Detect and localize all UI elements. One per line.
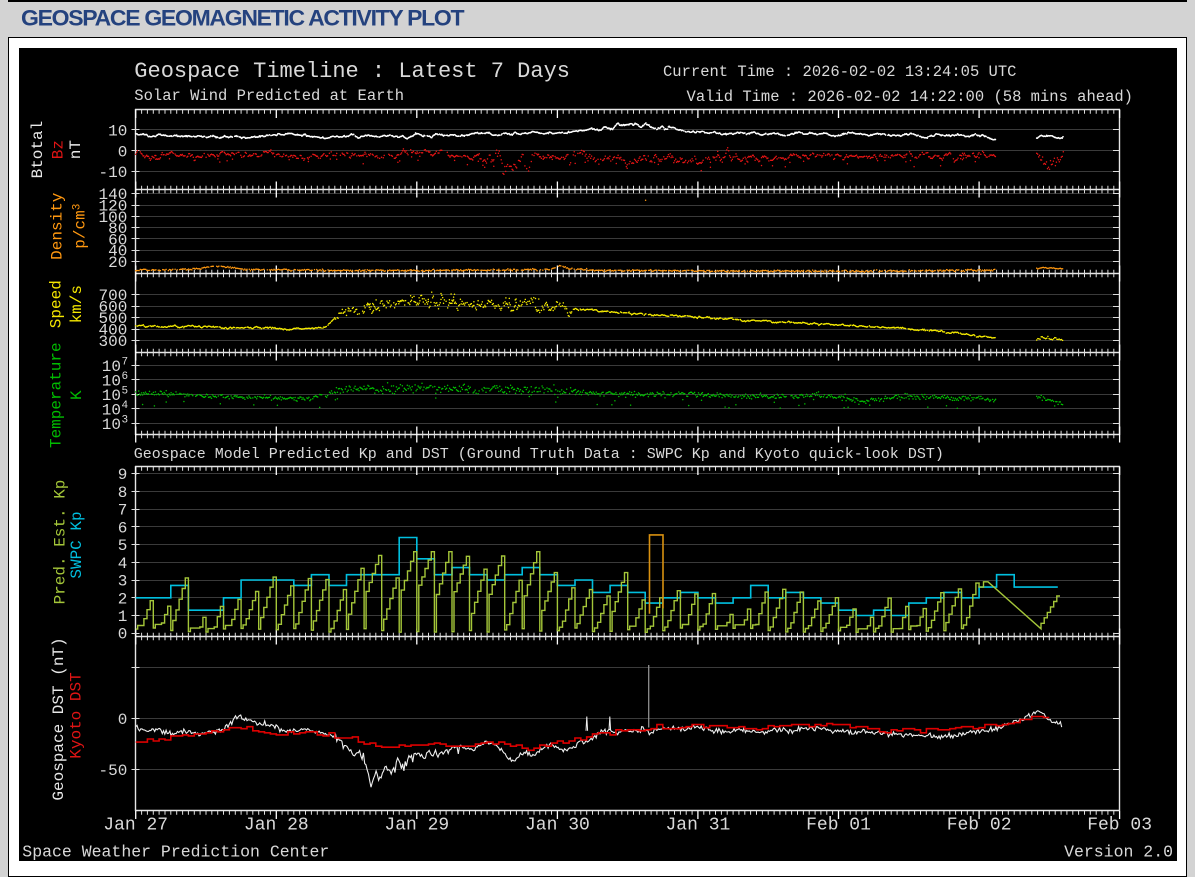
svg-text:nT: nT — [67, 140, 85, 159]
svg-text:SWPC Kp: SWPC Kp — [68, 511, 86, 578]
svg-text:Valid Time : 2026-02-02 14:22:: Valid Time : 2026-02-02 14:22:00 (58 min… — [687, 88, 1133, 106]
svg-text:Temperature: Temperature — [48, 342, 66, 448]
svg-text:-10: -10 — [98, 164, 127, 182]
svg-text:Jan 27: Jan 27 — [103, 816, 168, 836]
svg-text:0: 0 — [118, 626, 128, 644]
svg-text:K: K — [68, 390, 86, 400]
svg-text:Bz: Bz — [50, 140, 68, 159]
svg-text:4: 4 — [118, 555, 128, 573]
svg-text:5: 5 — [122, 385, 129, 397]
svg-text:p/cm3: p/cm3 — [72, 204, 90, 249]
svg-text:8: 8 — [118, 484, 128, 502]
svg-text:Geospace Timeline : Latest 7 D: Geospace Timeline : Latest 7 Days — [134, 59, 570, 84]
svg-text:Speed: Speed — [48, 280, 66, 328]
svg-text:300: 300 — [98, 333, 127, 351]
svg-text:Feb 02: Feb 02 — [947, 816, 1012, 836]
svg-text:-50: -50 — [98, 762, 127, 780]
svg-text:Kyoto DST: Kyoto DST — [67, 672, 85, 758]
svg-text:0: 0 — [118, 143, 128, 161]
svg-text:10: 10 — [102, 416, 121, 434]
svg-text:7: 7 — [118, 502, 128, 520]
svg-text:Feb 01: Feb 01 — [806, 816, 871, 836]
svg-text:Jan 30: Jan 30 — [525, 816, 590, 836]
svg-text:Current Time : 2026-02-02 13:2: Current Time : 2026-02-02 13:24:05 UTC — [663, 63, 1016, 81]
svg-text:Btotal: Btotal — [29, 121, 47, 179]
svg-text:2: 2 — [118, 590, 128, 608]
svg-text:3: 3 — [122, 414, 129, 426]
svg-text:km/s: km/s — [68, 285, 86, 323]
svg-text:5: 5 — [118, 537, 128, 555]
svg-text:7: 7 — [122, 356, 129, 368]
svg-text:Feb 03: Feb 03 — [1087, 816, 1152, 836]
svg-text:Solar Wind Predicted at Earth: Solar Wind Predicted at Earth — [134, 87, 404, 105]
svg-text:20: 20 — [108, 254, 127, 272]
svg-text:Jan 29: Jan 29 — [384, 816, 449, 836]
svg-text:6: 6 — [122, 371, 129, 383]
svg-text:Space Weather Prediction Cente: Space Weather Prediction Center — [22, 843, 329, 862]
svg-text:Geospace Model Predicted Kp an: Geospace Model Predicted Kp and DST (Gro… — [134, 446, 944, 463]
svg-text:Density: Density — [49, 192, 67, 260]
svg-text:Geospace DST (nT): Geospace DST (nT) — [50, 637, 68, 800]
svg-text:6: 6 — [118, 519, 128, 537]
svg-text:Version 2.0: Version 2.0 — [1064, 843, 1173, 862]
svg-text:0: 0 — [118, 711, 128, 729]
svg-text:1: 1 — [118, 608, 128, 626]
svg-text:9: 9 — [118, 466, 128, 484]
svg-text:3: 3 — [118, 573, 128, 591]
svg-text:Pred. Est. Kp: Pred. Est. Kp — [52, 480, 70, 605]
svg-text:4: 4 — [122, 400, 129, 412]
svg-text:10: 10 — [108, 122, 127, 140]
svg-text:Jan 31: Jan 31 — [665, 816, 730, 836]
svg-text:Jan 28: Jan 28 — [244, 816, 309, 836]
